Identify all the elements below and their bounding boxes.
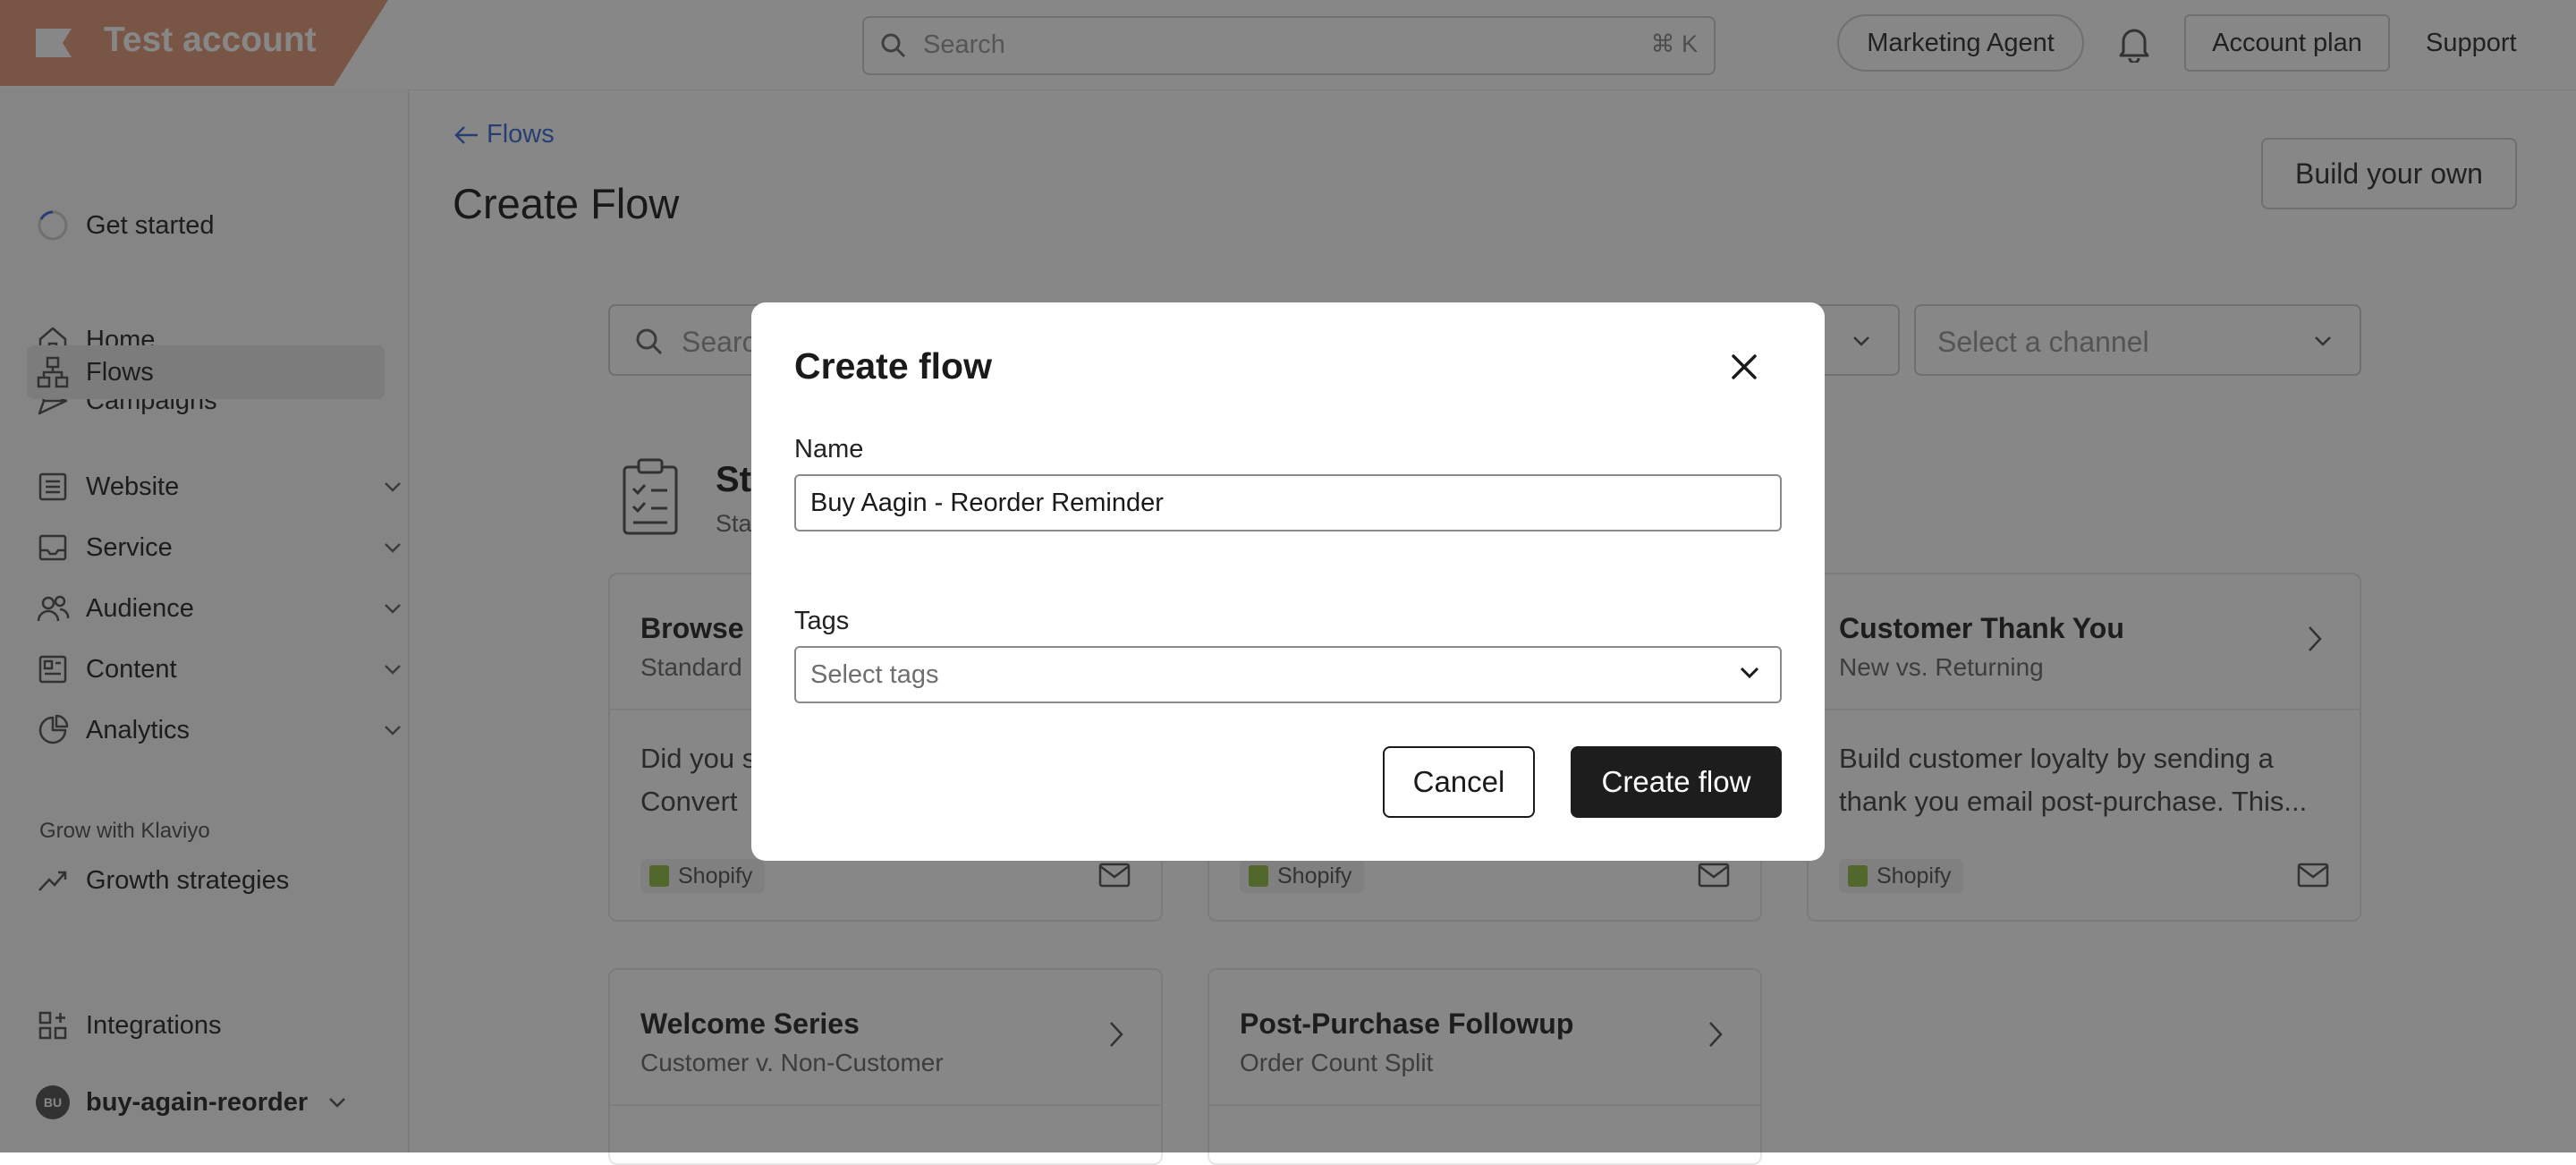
- close-icon[interactable]: [1726, 349, 1762, 385]
- cancel-button[interactable]: Cancel: [1383, 746, 1535, 818]
- chevron-down-icon: [1740, 667, 1759, 679]
- tags-placeholder: Select tags: [810, 660, 939, 689]
- flow-name-input[interactable]: [794, 474, 1782, 531]
- tags-label: Tags: [794, 607, 850, 635]
- tags-select[interactable]: Select tags: [794, 646, 1782, 703]
- create-flow-dialog: Create flow Name Tags Select tags Cancel…: [751, 302, 1825, 861]
- create-flow-button[interactable]: Create flow: [1571, 746, 1782, 818]
- name-label: Name: [794, 435, 864, 463]
- dialog-title: Create flow: [794, 345, 992, 387]
